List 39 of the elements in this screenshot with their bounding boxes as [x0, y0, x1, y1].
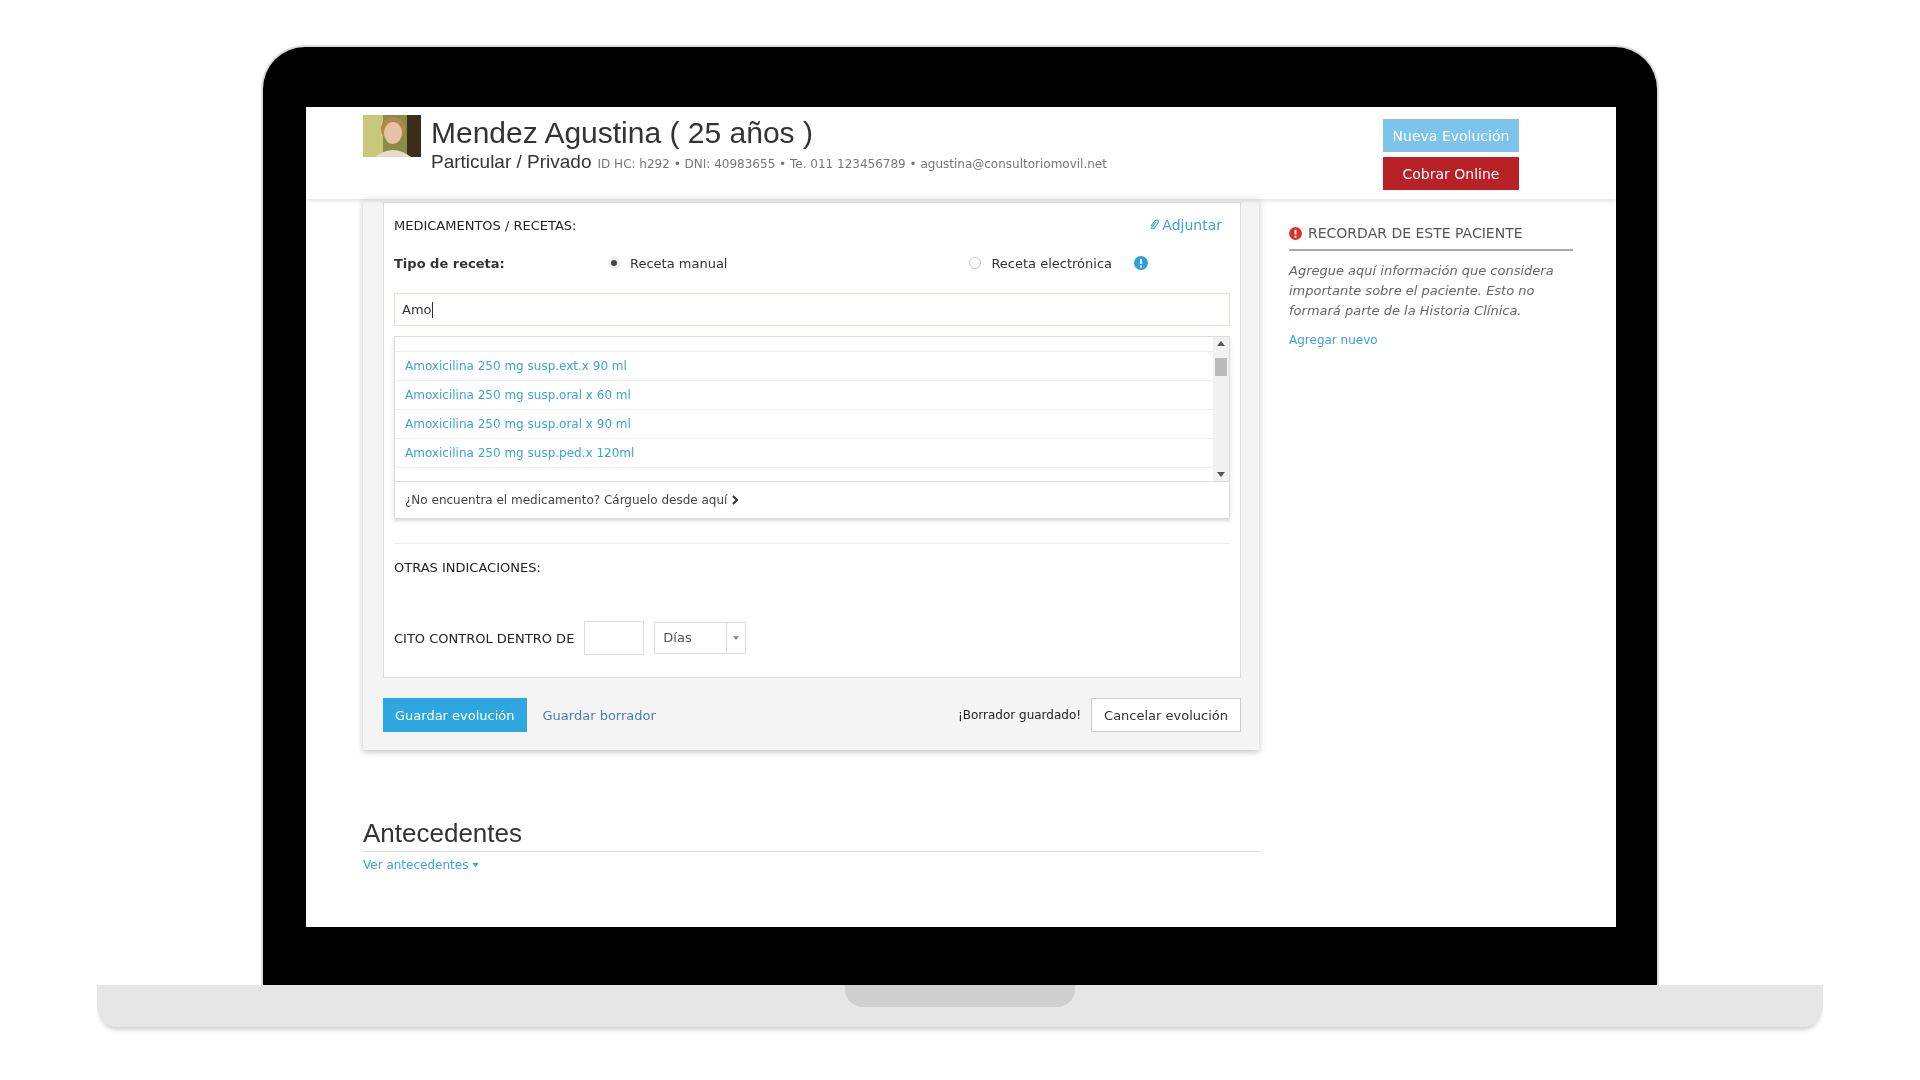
control-label: CITO CONTROL DENTRO DE — [394, 630, 575, 646]
save-button[interactable]: Guardar evolución — [383, 698, 527, 732]
patient-name: Mendez Agustina ( 25 años ) — [431, 115, 814, 151]
scroll-up-icon[interactable] — [1217, 341, 1225, 346]
scrollbar[interactable] — [1213, 337, 1229, 481]
patient-details: ID HC: h292 • DNI: 40983655 • Te. 011 123456789 • agustina@consultoriomovil.net — [597, 157, 1107, 171]
caret-icon — [472, 863, 480, 867]
scrollbar-thumb[interactable] — [1215, 358, 1227, 376]
reminder-title: RECORDAR DE ESTE PACIENTE — [1308, 225, 1523, 241]
add-new-link[interactable]: Agregar nuevo — [1289, 333, 1378, 347]
save-draft-link[interactable]: Guardar borrador — [542, 707, 656, 723]
scroll-down-icon[interactable] — [1217, 472, 1225, 477]
recipe-type-label: Tipo de receta: — [394, 255, 506, 271]
suggestion-item[interactable]: Amoxicilina 250 mg susp.ext.x 90 ml — [395, 352, 1213, 381]
suggestion-item[interactable]: Amoxicilina 250 mg susp.oral x 90 ml — [395, 410, 1213, 439]
coverage-text: Particular / Privado — [431, 151, 592, 173]
header-button[interactable]: Nueva Evolución — [1383, 119, 1519, 152]
suggestion-item[interactable]: Amoxicilina 250 mg susp.ped.x 120ml — [395, 439, 1213, 468]
suggestion-item[interactable]: Amoxicilina 250 mg susp.oral x 60 ml — [395, 381, 1213, 410]
draft-status: ¡Borrador guardado! — [957, 708, 1082, 722]
recipe-type-radio[interactable]: Receta electrónica — [969, 255, 1112, 271]
recipe-type-radio[interactable]: Receta manual — [608, 255, 728, 271]
paperclip-icon — [1149, 219, 1160, 231]
section-title: OTRAS INDICACIONES: — [394, 560, 542, 575]
medication-search-field[interactable]: Amo — [394, 293, 1230, 326]
chevron-icon — [732, 495, 739, 505]
days-input[interactable] — [584, 621, 645, 655]
attach-link[interactable]: Adjuntar — [1149, 217, 1222, 233]
section-title: MEDICAMENTOS / RECETAS: — [394, 217, 577, 233]
history-link[interactable]: Ver antecedentes — [363, 858, 480, 872]
dropdown-arrow-icon — [733, 636, 740, 640]
unit-select[interactable]: Días — [654, 622, 747, 654]
not-found-link[interactable]: ¿No encuentra el medicamento? Cárguelo desde aquí — [395, 482, 1229, 518]
section-heading: Antecedentes — [363, 818, 1259, 852]
info-icon[interactable] — [1134, 256, 1148, 270]
alert-icon — [1289, 226, 1302, 240]
header-button[interactable]: Cobrar Online — [1383, 157, 1519, 190]
reminder-text: Agregue aquí información que considera importante sobre el paciente. Esto no formará parte de la Historia Clínica. — [1289, 262, 1555, 320]
cancel-button[interactable]: Cancelar evolución — [1091, 698, 1241, 732]
